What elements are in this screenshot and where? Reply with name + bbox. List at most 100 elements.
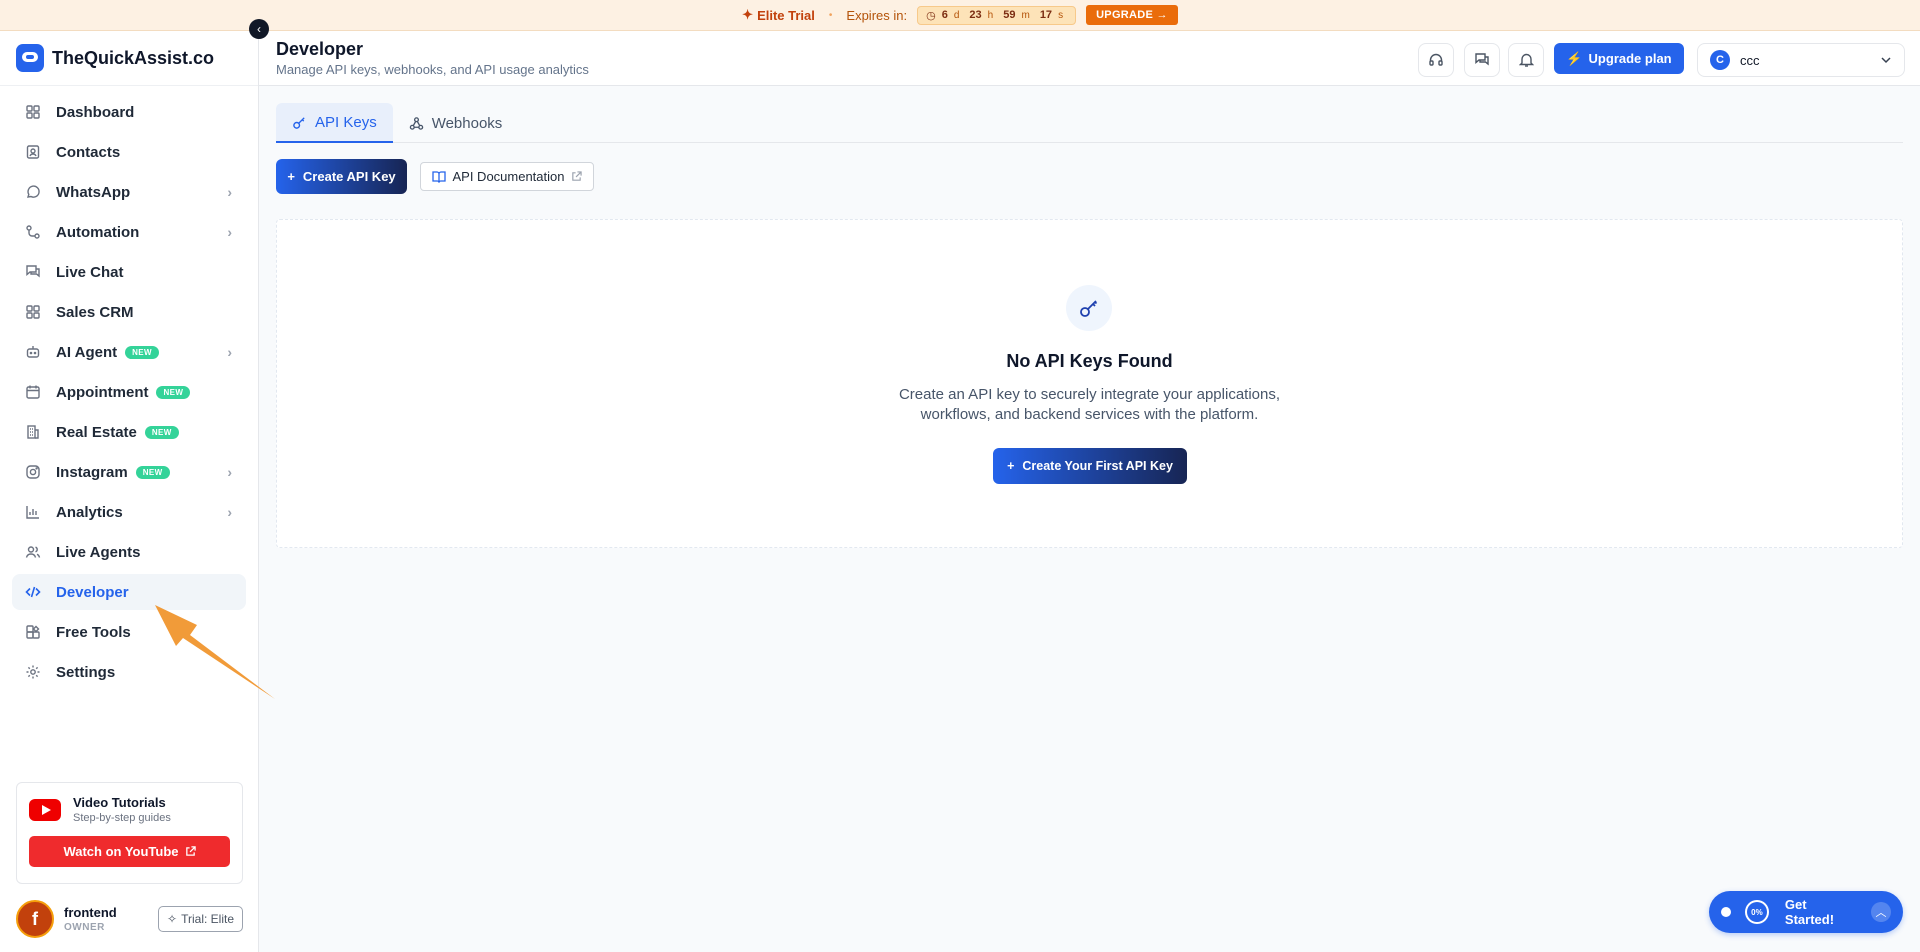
get-started-widget[interactable]: 0% Get Started! ︿	[1709, 891, 1903, 933]
new-badge: NEW	[144, 425, 179, 439]
key-icon	[1066, 285, 1112, 331]
notifications-button[interactable]	[1508, 43, 1544, 77]
sparkle-icon: ✧	[167, 912, 178, 926]
api-documentation-link[interactable]: API Documentation	[420, 162, 594, 191]
brand-logo[interactable]: TheQuickAssist.co	[0, 31, 258, 86]
external-link-icon	[185, 846, 196, 856]
support-button[interactable]	[1418, 43, 1454, 77]
trial-banner: ✦ Elite Trial • Expires in: ◷ 6d 23 h 59 m…	[0, 0, 1920, 31]
countdown-timer: ◷ 6d 23 h 59 m 17 s	[917, 5, 1077, 25]
chat-icon	[24, 263, 42, 281]
robot-logo-icon	[16, 44, 44, 72]
empty-state-title: No API Keys Found	[1006, 351, 1173, 371]
lightning-icon: ⚡	[1566, 50, 1583, 66]
tutorials-title: Video Tutorials	[73, 795, 166, 810]
building-icon	[24, 423, 42, 441]
page-header: Developer Manage API keys, webhooks, and…	[259, 31, 1920, 86]
chat-bubbles-icon	[1475, 53, 1489, 66]
tools-icon	[24, 623, 42, 641]
bell-icon	[1518, 53, 1534, 67]
sidebar-item-sales-crm[interactable]: Sales CRM	[12, 294, 246, 330]
sidebar-item-dashboard[interactable]: Dashboard	[12, 94, 246, 130]
sidebar-item-live-chat[interactable]: Live Chat	[12, 254, 246, 290]
chevron-up-icon: ︿	[1871, 902, 1891, 922]
calendar-icon	[24, 383, 42, 401]
avatar: f	[16, 900, 54, 938]
external-link-icon	[571, 171, 582, 181]
sidebar-item-label: Contacts	[56, 143, 121, 161]
analytics-icon	[24, 503, 42, 521]
progress-percent: 0%	[1744, 900, 1769, 924]
clock-icon: ◷	[926, 9, 936, 22]
book-icon	[432, 171, 447, 183]
sidebar-item-real-estate[interactable]: Real Estate NEW	[12, 414, 246, 450]
sidebar-item-contacts[interactable]: Contacts	[12, 134, 246, 170]
account-switcher[interactable]: C ccc	[1697, 43, 1905, 77]
chevron-right-icon: ›	[227, 224, 232, 240]
automation-icon	[24, 223, 42, 241]
developer-tabs: API Keys Webhooks	[276, 103, 1903, 143]
video-tutorials-card: Video Tutorials Step-by-step guides Watc…	[16, 782, 243, 884]
trial-name: ✦ Elite Trial	[742, 7, 815, 23]
account-avatar: C	[1710, 50, 1730, 70]
expires-label: Expires in:	[846, 7, 908, 23]
chevron-right-icon: ›	[227, 184, 232, 200]
sidebar-item-analytics[interactable]: Analytics ›	[12, 494, 246, 530]
sidebar: TheQuickAssist.co Dashboard Contacts Whats…	[0, 31, 259, 952]
sidebar-item-label: Live Agents	[56, 543, 141, 561]
whatsapp-icon	[24, 183, 42, 201]
sparkle-icon: ✦	[742, 7, 754, 22]
sidebar-item-whatsapp[interactable]: WhatsApp ›	[12, 174, 246, 210]
dashboard-icon	[24, 103, 42, 121]
sidebar-item-label: Free Tools	[56, 623, 131, 641]
sidebar-item-free-tools[interactable]: Free Tools	[12, 614, 246, 650]
new-badge: NEW	[156, 385, 191, 399]
instagram-icon	[24, 463, 42, 481]
sidebar-item-settings[interactable]: Settings	[12, 654, 246, 690]
account-name: ccc	[1740, 52, 1760, 68]
collapse-sidebar-button[interactable]: ‹	[249, 19, 269, 39]
sidebar-item-label: Developer	[56, 583, 129, 601]
tutorials-subtitle: Step-by-step guides	[73, 812, 171, 824]
create-api-key-button[interactable]: + Create API Key	[276, 159, 407, 194]
plan-chip[interactable]: ✧ Trial: Elite	[158, 906, 243, 932]
users-icon	[24, 543, 42, 561]
youtube-icon	[29, 798, 61, 821]
sidebar-item-label: Sales CRM	[56, 303, 134, 321]
page-title: Developer	[276, 39, 364, 59]
sidebar-item-appointment[interactable]: Appointment NEW	[12, 374, 246, 410]
sidebar-item-label: Instagram	[56, 463, 128, 481]
gear-icon	[24, 663, 42, 681]
sidebar-item-developer[interactable]: Developer	[12, 574, 246, 610]
create-first-api-key-button[interactable]: + Create Your First API Key	[993, 448, 1187, 484]
user-role: OWNER	[64, 922, 105, 933]
chevron-down-icon	[1881, 57, 1891, 64]
user-profile[interactable]: f frontend OWNER ✧ Trial: Elite	[16, 899, 243, 939]
tab-api-keys[interactable]: API Keys	[276, 103, 393, 143]
plus-icon: +	[1007, 459, 1015, 473]
get-started-label: Get Started!	[1784, 897, 1835, 927]
upgrade-button[interactable]: UPGRADE →	[1086, 5, 1178, 25]
headset-icon	[1429, 53, 1443, 66]
sidebar-item-automation[interactable]: Automation ›	[12, 214, 246, 250]
sidebar-item-label: Real Estate	[56, 423, 137, 441]
upgrade-plan-button[interactable]: ⚡ Upgrade plan	[1554, 43, 1684, 74]
chevron-right-icon: ›	[227, 504, 232, 520]
sidebar-item-label: Settings	[56, 663, 116, 681]
new-badge: NEW	[125, 345, 159, 359]
empty-state-description: Create an API key to securely integrate …	[898, 386, 1281, 423]
tab-webhooks[interactable]: Webhooks	[393, 103, 519, 143]
messages-button[interactable]	[1464, 43, 1500, 77]
user-name: frontend	[64, 905, 117, 920]
contacts-icon	[24, 143, 42, 161]
sidebar-item-instagram[interactable]: Instagram NEW ›	[12, 454, 246, 490]
watch-youtube-button[interactable]: Watch on YouTube	[29, 836, 230, 867]
chevron-right-icon: ›	[227, 344, 232, 360]
new-badge: NEW	[135, 465, 170, 479]
sidebar-item-live-agents[interactable]: Live Agents	[12, 534, 246, 570]
brand-name: TheQuickAssist.co	[52, 47, 215, 68]
sidebar-item-label: Live Chat	[56, 263, 124, 281]
sidebar-item-ai-agent[interactable]: AI Agent NEW ›	[12, 334, 246, 370]
webhook-icon	[409, 116, 423, 130]
separator-dot: •	[828, 9, 833, 21]
